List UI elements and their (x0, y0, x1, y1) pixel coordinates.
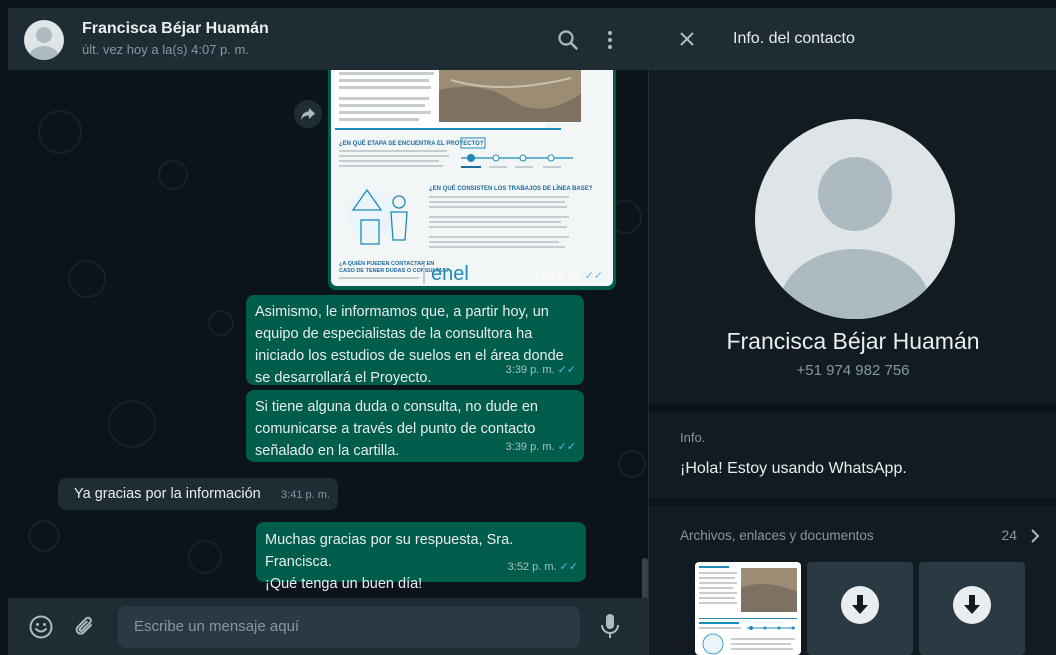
media-thumbnail[interactable] (807, 562, 913, 655)
media-section[interactable]: Archivos, enlaces y documentos 24 (649, 506, 1056, 655)
about-section: Info. ¡Hola! Estoy usando WhatsApp. (649, 412, 1056, 498)
message-list[interactable]: ¿EN QUÉ ETAPA SE ENCUENTRA EL PROYECTO? (8, 70, 648, 598)
mic-icon[interactable] (598, 612, 622, 640)
download-icon (964, 595, 980, 614)
last-seen-status: últ. vez hoy a la(s) 4:07 p. m. (82, 42, 249, 57)
forward-icon (301, 108, 315, 120)
download-button[interactable] (841, 586, 879, 624)
download-icon (852, 595, 868, 614)
profile-section: Francisca Béjar Huamán +51 974 982 756 (649, 70, 1056, 404)
brand-logo: enel (431, 263, 469, 285)
forward-button[interactable] (294, 100, 322, 128)
attach-icon[interactable] (72, 614, 98, 640)
media-label[interactable]: Archivos, enlaces y documentos (680, 528, 874, 543)
chat-header[interactable]: Francisca Béjar Huamán últ. vez hoy a la… (8, 8, 648, 70)
download-button[interactable] (953, 586, 991, 624)
about-text: ¡Hola! Estoy usando WhatsApp. (680, 460, 907, 477)
profile-phone: +51 974 982 756 (796, 362, 910, 379)
emoji-icon[interactable] (28, 614, 54, 640)
panel-title: Info. del contacto (733, 30, 855, 47)
menu-icon[interactable] (598, 28, 622, 52)
contact-name[interactable]: Francisca Béjar Huamán (82, 20, 269, 38)
profile-name: Francisca Béjar Huamán (726, 328, 980, 354)
message-input[interactable]: Escribe un mensaje aquí (118, 606, 580, 648)
composer-bar: Escribe un mensaje aquí (8, 598, 648, 655)
message-time: 3:52 p. m. ✓✓ (507, 561, 578, 573)
brochure-illustration: ¿EN QUÉ ETAPA SE ENCUENTRA EL PROYECTO? (335, 70, 593, 285)
message-bubble[interactable]: Muchas gracias por su respuesta, Sra. Fr… (256, 522, 586, 592)
about-label: Info. (680, 430, 706, 445)
message-time: 3:39 p. m. ✓✓ (505, 441, 576, 453)
message-bubble[interactable]: Si tiene alguna duda o consulta, no dude… (246, 390, 584, 462)
svg-text:¿EN QUÉ CONSISTEN LOS TRABAJOS: ¿EN QUÉ CONSISTEN LOS TRABAJOS DE LÍNEA … (429, 184, 593, 192)
brochure-thumbnail (699, 566, 797, 655)
message-time: 3:39 p. m. ✓✓ (505, 364, 576, 376)
media-count[interactable]: 24 (1001, 527, 1017, 543)
message-time: 3:41 p. m. (281, 489, 330, 501)
search-icon[interactable] (556, 28, 580, 52)
media-thumbnail[interactable] (695, 562, 801, 655)
chevron-right-icon[interactable] (1029, 528, 1041, 544)
avatar[interactable] (24, 20, 64, 60)
brochure-image[interactable]: ¿EN QUÉ ETAPA SE ENCUENTRA EL PROYECTO? (331, 70, 613, 286)
chat-pane: Francisca Béjar Huamán últ. vez hoy a la… (8, 8, 648, 655)
svg-text:¿A QUIÉN PUEDEN CONTACTAR EN: ¿A QUIÉN PUEDEN CONTACTAR EN (339, 259, 434, 267)
image-message[interactable]: ¿EN QUÉ ETAPA SE ENCUENTRA EL PROYECTO? (328, 70, 616, 290)
svg-text:¿EN QUÉ ETAPA SE ENCUENTRA EL: ¿EN QUÉ ETAPA SE ENCUENTRA EL PROYECTO? (339, 139, 484, 147)
contact-info-panel: Info. del contacto Francisca Béjar Huamá… (648, 8, 1056, 655)
image-time: 3:39 p. m. ✓✓ (532, 270, 603, 282)
message-bubble[interactable]: Asimismo, le informamos que, a partir ho… (246, 295, 584, 386)
panel-header: Info. del contacto (649, 8, 1056, 70)
close-icon[interactable] (677, 29, 697, 49)
message-bubble[interactable]: Ya gracias por la información 3:41 p. m. (58, 478, 338, 510)
profile-avatar[interactable] (755, 119, 955, 319)
media-thumbnail[interactable] (919, 562, 1025, 655)
